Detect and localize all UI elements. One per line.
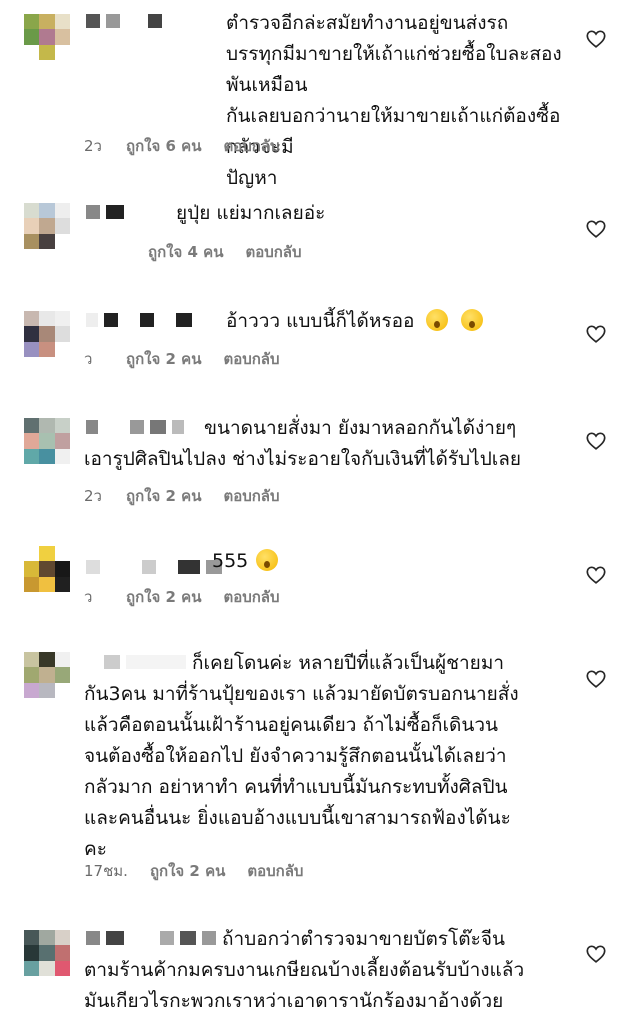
comment-time: 2ว [84,487,102,505]
comment-text: อ้าววว แบบนี้ก็ได้หรออ [226,310,415,332]
heart-outline-icon[interactable] [585,323,607,345]
reply-button[interactable]: ตอบกลับ [223,347,279,371]
comment-text: ยูปุ่ย แย่มากเลยอ่ะ [176,202,326,224]
comment-text: ก็เคยโดนค่ะ หลายปีที่แล้วเป็นผู้ชายมา กั… [84,652,519,860]
likes-count[interactable]: ถูกใจ 4 คน [148,240,223,264]
comment-meta: ว ถูกใจ 2 คน ตอบกลับ [84,585,280,609]
comment-text: ตำรวจอีกล่ะสมัยทำงานอยู่ขนส่งรถ บรรทุกมี… [226,12,562,189]
comment-time: 17ชม. [84,862,128,880]
username-redacted[interactable] [86,309,192,331]
comment-meta: 2ว ถูกใจ 2 คน ตอบกลับ [84,484,280,508]
reply-button[interactable]: ตอบกลับ [223,134,279,158]
comment-meta: ถูกใจ 4 คน ตอบกลับ [84,240,302,264]
likes-count[interactable]: ถูกใจ 2 คน [126,585,201,609]
heart-outline-icon[interactable] [585,430,607,452]
reply-button[interactable]: ตอบกลับ [223,484,279,508]
avatar[interactable] [24,14,70,60]
likes-count[interactable]: ถูกใจ 2 คน [126,484,201,508]
heart-outline-icon[interactable] [585,218,607,240]
smirking-face-emoji [256,549,279,571]
reply-button[interactable]: ตอบกลับ [245,240,301,264]
likes-count[interactable]: ถูกใจ 2 คน [126,347,201,371]
likes-count[interactable]: ถูกใจ 2 คน [150,859,225,883]
comment-meta: ว ถูกใจ 2 คน ตอบกลับ [84,347,280,371]
comment-meta: 2ว ถูกใจ 6 คน ตอบกลับ [84,134,280,158]
heart-outline-icon[interactable] [585,668,607,690]
comment-time: 2ว [84,137,102,155]
likes-count[interactable]: ถูกใจ 6 คน [126,134,201,158]
reply-button[interactable]: ตอบกลับ [247,859,303,883]
avatar[interactable] [24,652,70,698]
avatar[interactable] [24,930,70,976]
heart-outline-icon[interactable] [585,943,607,965]
avatar[interactable] [24,311,70,357]
avatar[interactable] [24,203,70,249]
comment-time: ว [84,350,93,368]
comment-text: ขนาดนายสั่งมา ยังมาหลอกกันได้ง่ายๆ เอารู… [84,417,522,470]
avatar[interactable] [24,418,70,464]
comment-time: ว [84,588,93,606]
username-redacted[interactable] [86,556,222,578]
comment-text: ถ้าบอกว่าตำรวจมาขายบัตรโต๊ะจีน ตามร้านค้… [84,928,525,1012]
username-redacted[interactable] [86,201,124,223]
reply-button[interactable]: ตอบกลับ [223,585,279,609]
username-redacted[interactable] [86,10,162,32]
comment-meta: 17ชม. ถูกใจ 2 คน ตอบกลับ [84,859,303,883]
avatar[interactable] [24,546,70,592]
comment-text: 555 [212,550,249,572]
astonished-face-emoji [460,309,483,331]
heart-outline-icon[interactable] [585,564,607,586]
astonished-face-emoji [426,309,449,331]
comment-text-row: อ้าววว แบบนี้ก็ได้หรออ [226,306,483,337]
heart-outline-icon[interactable] [585,28,607,50]
comment-text-row: 555 [212,546,279,577]
